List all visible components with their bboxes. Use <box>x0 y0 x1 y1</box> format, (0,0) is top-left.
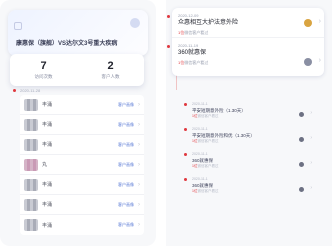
app-canvas: 康惠保（旗舰）VS达尔文3号重大疾病 7 访问次数 2 客户人数 2020-11… <box>0 0 332 246</box>
list-date: 2020-11-28 <box>20 88 41 93</box>
avatar <box>24 178 38 191</box>
viewer-text: 微信客户看过 <box>197 164 219 168</box>
banner-decoration-icon <box>130 18 140 28</box>
list-item[interactable]: 丸 客户画像 › <box>20 155 144 175</box>
list-item[interactable]: 丰涌 客户画像 › <box>20 115 144 135</box>
timeline-dot <box>167 15 170 18</box>
avatar <box>299 112 304 117</box>
chevron-right-icon: › <box>310 185 312 191</box>
item-subtitle: 1位微信客户看过 <box>178 60 318 66</box>
visitor-name: 丰涌 <box>42 102 53 108</box>
avatar <box>24 118 38 131</box>
visitor-name: 丰涌 <box>42 142 53 148</box>
visitor-name: 丸 <box>42 162 48 168</box>
viewer-text: 微信客户看过 <box>197 189 219 193</box>
avatar <box>304 19 312 27</box>
item-subtitle: 1位微信客户看过 <box>178 30 318 36</box>
item-subtitle: 1位微信客户看过 <box>192 114 308 119</box>
avatar <box>24 138 38 151</box>
item-subtitle: 1位微信客户看过 <box>192 139 308 144</box>
timeline-dot <box>184 178 187 181</box>
viewer-text: 微信客户看过 <box>184 30 209 35</box>
visitor-name: 丰涌 <box>42 122 53 128</box>
list-item[interactable]: 2020-12-09 众惠相互大护法意外险 1位微信客户看过 › <box>167 8 324 38</box>
list-item[interactable]: 2020-11-1 360就惠保 1位微信客户看过 › <box>184 175 312 193</box>
stat-visits-label: 访问次数 <box>34 74 53 79</box>
avatar <box>299 137 304 142</box>
profile-link[interactable]: 客户画像 <box>118 202 134 208</box>
banner-title: 康惠保（旗舰）VS达尔文3号重大疾病 <box>16 41 118 47</box>
timeline-dot <box>167 45 170 48</box>
visitor-name: 丰涌 <box>42 222 53 229</box>
chevron-right-icon: › <box>138 222 140 228</box>
list-item[interactable]: 丰涌 客户画像 › <box>20 135 144 155</box>
avatar <box>24 158 38 171</box>
item-subtitle: 1位微信客户看过 <box>192 189 308 194</box>
chevron-right-icon: › <box>310 110 312 116</box>
list-item[interactable]: 丰涌 客户画像 › <box>20 215 144 235</box>
avatar <box>24 198 38 211</box>
list-item[interactable]: 2020-11-1 360就惠保 1位微信客户看过 › <box>184 150 312 168</box>
avatar <box>24 98 38 111</box>
list-item[interactable]: 2020-11-19 360就惠保 1位微信客户看过 › <box>167 38 324 76</box>
timeline-list: 2020-11-1 平安短期意外险（1.30天） 1位微信客户看过 › 2020… <box>184 100 312 193</box>
viewer-text: 微信客户看过 <box>197 139 219 143</box>
chevron-right-icon: › <box>138 201 140 208</box>
profile-link[interactable]: 客户画像 <box>118 142 134 148</box>
avatar <box>24 219 38 231</box>
item-date: 2020-12-09 <box>178 13 199 18</box>
stat-customers-value: 2 <box>107 60 114 72</box>
timeline-dot <box>184 153 187 156</box>
timeline-dot <box>13 89 16 92</box>
stat-customers: 2 客户人数 <box>77 54 144 86</box>
chevron-right-icon: › <box>318 18 321 25</box>
item-subtitle: 1位微信客户看过 <box>192 164 308 169</box>
list-item[interactable]: 丰涌 客户画像 › <box>20 195 144 215</box>
chevron-right-icon: › <box>310 160 312 166</box>
stats-card: 7 访问次数 2 客户人数 <box>10 54 144 86</box>
profile-link[interactable]: 客户画像 <box>118 222 134 228</box>
chevron-right-icon: › <box>138 161 140 168</box>
chevron-right-icon: › <box>318 57 321 64</box>
article-tag-icon <box>14 22 22 30</box>
viewer-text: 微信客户看过 <box>184 60 209 65</box>
item-title: 360就惠保 <box>178 50 207 56</box>
chevron-right-icon: › <box>138 141 140 148</box>
viewer-text: 微信客户看过 <box>197 114 219 118</box>
avatar <box>304 58 312 66</box>
chevron-right-icon: › <box>310 135 312 141</box>
article-banner[interactable]: 康惠保（旗舰）VS达尔文3号重大疾病 <box>8 10 148 56</box>
item-date: 2020-11-19 <box>178 43 199 48</box>
chevron-right-icon: › <box>138 101 140 108</box>
stat-visits: 7 访问次数 <box>10 54 77 86</box>
avatar <box>299 162 304 167</box>
profile-link[interactable]: 客户画像 <box>118 102 134 108</box>
avatar <box>299 187 304 192</box>
profile-link[interactable]: 客户画像 <box>118 122 134 128</box>
chevron-right-icon: › <box>138 121 140 128</box>
item-title: 众惠相互大护法意外险 <box>178 20 239 26</box>
chevron-right-icon: › <box>138 181 140 188</box>
profile-link[interactable]: 客户画像 <box>118 182 134 188</box>
visitor-name: 丰涌 <box>42 182 53 188</box>
timeline-dot <box>184 103 187 106</box>
list-item[interactable]: 丰涌 客户画像 › <box>20 175 144 195</box>
visitor-list: 丰涌 客户画像 › 丰涌 客户画像 › 丰涌 客户画像 › 丸客户画像 › 丰涌 客户画像 › 丰… <box>20 95 144 235</box>
visitor-name: 丰涌 <box>42 202 53 208</box>
list-item[interactable]: 丰涌 客户画像 › <box>20 95 144 115</box>
stat-customers-label: 客户人数 <box>101 74 120 79</box>
timeline-dot <box>184 128 187 131</box>
list-item[interactable]: 2020-11-1 平安短期意外险和优（1.30天） 1位微信客户看过 › <box>184 125 312 143</box>
list-item[interactable]: 2020-11-1 平安短期意外险（1.30天） 1位微信客户看过 › <box>184 100 312 118</box>
recent-views-card: 2020-12-09 众惠相互大护法意外险 1位微信客户看过 › 2020-11… <box>167 8 324 76</box>
stat-visits-value: 7 <box>40 60 47 72</box>
profile-link[interactable]: 客户画像 <box>118 162 134 168</box>
